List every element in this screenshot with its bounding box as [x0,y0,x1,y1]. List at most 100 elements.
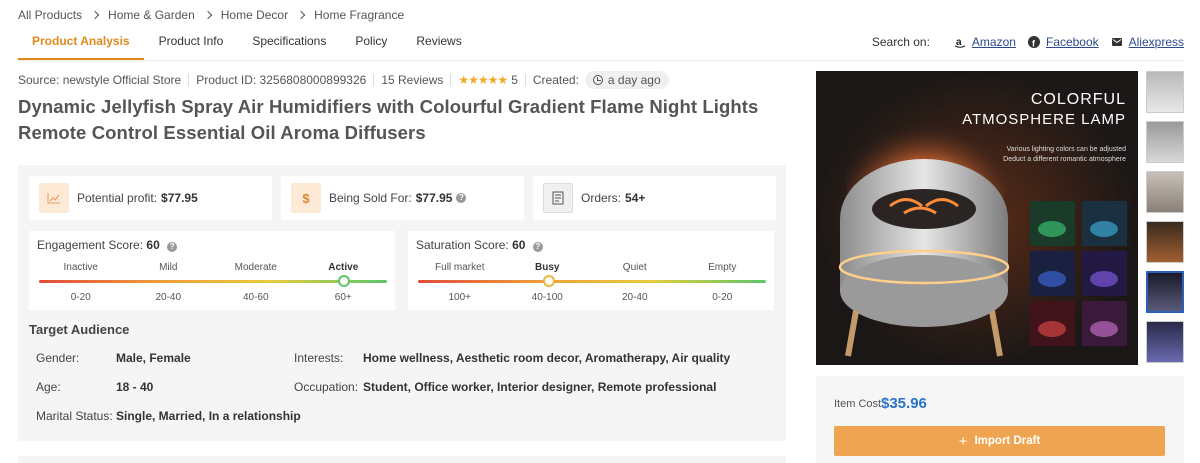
saturation-level-label: Quiet [622,262,647,273]
saturation-score-value: 60 [512,238,526,252]
engagement-gradient-bar [39,280,387,283]
product-id: Product ID: 3256808000899326 [196,73,367,87]
tab-divider [18,60,1184,61]
product-main-image[interactable]: COLORFUL ATMOSPHERE LAMP Various lightin… [816,71,1138,365]
facebook-link-label: Facebook [1045,34,1099,49]
occupation-label: Occupation: [294,380,359,394]
image-headline-1: COLORFUL [1030,91,1126,108]
sold-for-label: Being Sold For: [329,191,412,205]
saturation-range-label: 20-40 [621,292,648,303]
star-icon: ★ [497,73,508,87]
meta-divider [524,74,526,86]
engagement-range-label: 40-60 [242,292,269,303]
thumbnail-strip [1146,71,1184,371]
review-count[interactable]: 15 Reviews [381,73,443,87]
rating-value: 5 [511,73,518,87]
meta-divider [450,74,452,86]
created-label: Created: [532,73,579,87]
star-icon: ★ [468,73,479,87]
breadcrumb-item-home-decor[interactable]: Home Decor [221,8,288,22]
item-cost-label: Item Cost [834,398,882,410]
search-on: Search on: a Amazon f Facebook Aliexpres… [872,28,1184,55]
star-icon: ★ [487,73,499,87]
facebook-icon: f [1027,35,1040,48]
engagement-level-label-active: Active [328,262,359,273]
occupation-value: Student, Office worker, Interior designe… [363,380,717,394]
chevron-right-icon [203,10,212,20]
thumbnail-2[interactable] [1146,121,1184,163]
thumbnail-1[interactable] [1146,71,1184,113]
analysis-panel: Potential profit: $77.95 $ Being Sold Fo… [18,165,786,441]
saturation-range-label: 100+ [448,292,472,303]
engagement-score-indicator [337,275,350,287]
saturation-score-label: Saturation Score: [416,238,509,252]
image-subtext-line-2: Deduct a different romantic atmosphere [1003,156,1126,163]
saturation-range-label: 0-20 [712,292,733,303]
orders-card: Orders: 54+ [533,176,776,220]
help-icon[interactable]: ? [532,242,543,252]
image-subtext: Various lighting colors can be adjusted … [1003,145,1126,165]
saturation-score-card: Saturation Score: 60 ? Full market Busy … [408,231,774,310]
thumbnail-4[interactable] [1146,221,1184,263]
product-title: Dynamic Jellyfish Spray Air Humidifiers … [18,96,759,143]
saturation-gradient-bar [418,280,766,283]
breadcrumb-item-home-garden[interactable]: Home & Garden [108,8,195,22]
profit-label: Potential profit: [77,191,158,205]
meta-divider [373,74,375,86]
engagement-level-label: Inactive [63,262,98,273]
tab-policy[interactable]: Policy [341,28,401,60]
search-facebook-link[interactable]: f Facebook [1027,34,1099,49]
created-value: a day ago [607,73,661,87]
marital-status-value: Single, Married, In a relationship [116,409,301,423]
star-icon: ★ [477,73,489,87]
breadcrumb: All Products Home & Garden Home Decor Ho… [18,7,404,23]
star-icon: ★ [458,73,469,87]
tab-product-info[interactable]: Product Info [145,28,238,60]
saturation-level-label: Empty [708,262,737,273]
next-panel-edge [18,456,786,463]
engagement-score-label: Engagement Score: [37,238,144,252]
search-on-label: Search on: [871,34,930,49]
breadcrumb-item-home-fragrance[interactable]: Home Fragrance [314,8,404,22]
interests-value: Home wellness, Aesthetic room decor, Aro… [363,351,731,365]
engagement-range-label: 20-40 [155,292,182,303]
rating-stars: ★ ★ ★ ★ ★ [458,73,508,87]
search-aliexpress-link[interactable]: Aliexpress [1111,35,1184,49]
thumbnail-6[interactable] [1146,321,1184,363]
amazon-icon: a [954,36,966,48]
potential-profit-card: Potential profit: $77.95 [29,176,272,220]
thumbnail-5-selected[interactable] [1146,271,1184,313]
meta-divider [188,74,190,86]
orders-value: 54+ [625,191,646,205]
dollar-icon: $ [291,183,321,213]
breadcrumb-item-all-products[interactable]: All Products [18,8,82,22]
engagement-score-value: 60 [146,238,160,252]
age-value: 18 - 40 [116,380,154,394]
sold-for-value: $77.95 [415,191,453,205]
tab-bar: Product Analysis Product Info Specificat… [18,28,477,60]
import-draft-button[interactable]: + Import Draft [834,426,1165,456]
help-icon[interactable]: ? [456,193,467,203]
sold-for-card: $ Being Sold For: $77.95 ? [281,176,524,220]
aliexpress-icon [1111,36,1123,48]
tab-specifications[interactable]: Specifications [238,28,340,60]
engagement-score-card: Engagement Score: 60 ? Inactive Mild Mod… [29,231,395,310]
saturation-level-label: Full market [435,262,485,273]
saturation-level-label-active: Busy [535,262,560,273]
saturation-range-label: 40-100 [531,292,563,303]
interests-label: Interests: [294,351,344,365]
tab-product-analysis[interactable]: Product Analysis [18,28,144,60]
saturation-score-indicator [542,275,555,287]
thumbnail-3[interactable] [1146,171,1184,213]
created-badge: a day ago [584,71,669,89]
search-amazon-link[interactable]: a Amazon [954,35,1016,49]
tab-reviews[interactable]: Reviews [402,28,475,60]
target-audience-title: Target Audience [29,322,130,337]
source-store[interactable]: Source: newstyle Official Store [18,73,181,87]
image-headline-2: ATMOSPHERE LAMP [962,111,1126,128]
trend-chart-icon [39,183,69,213]
plus-icon: + [958,432,968,450]
help-icon[interactable]: ? [167,242,178,252]
profit-value: $77.95 [161,191,198,205]
engagement-level-label: Mild [159,262,178,273]
